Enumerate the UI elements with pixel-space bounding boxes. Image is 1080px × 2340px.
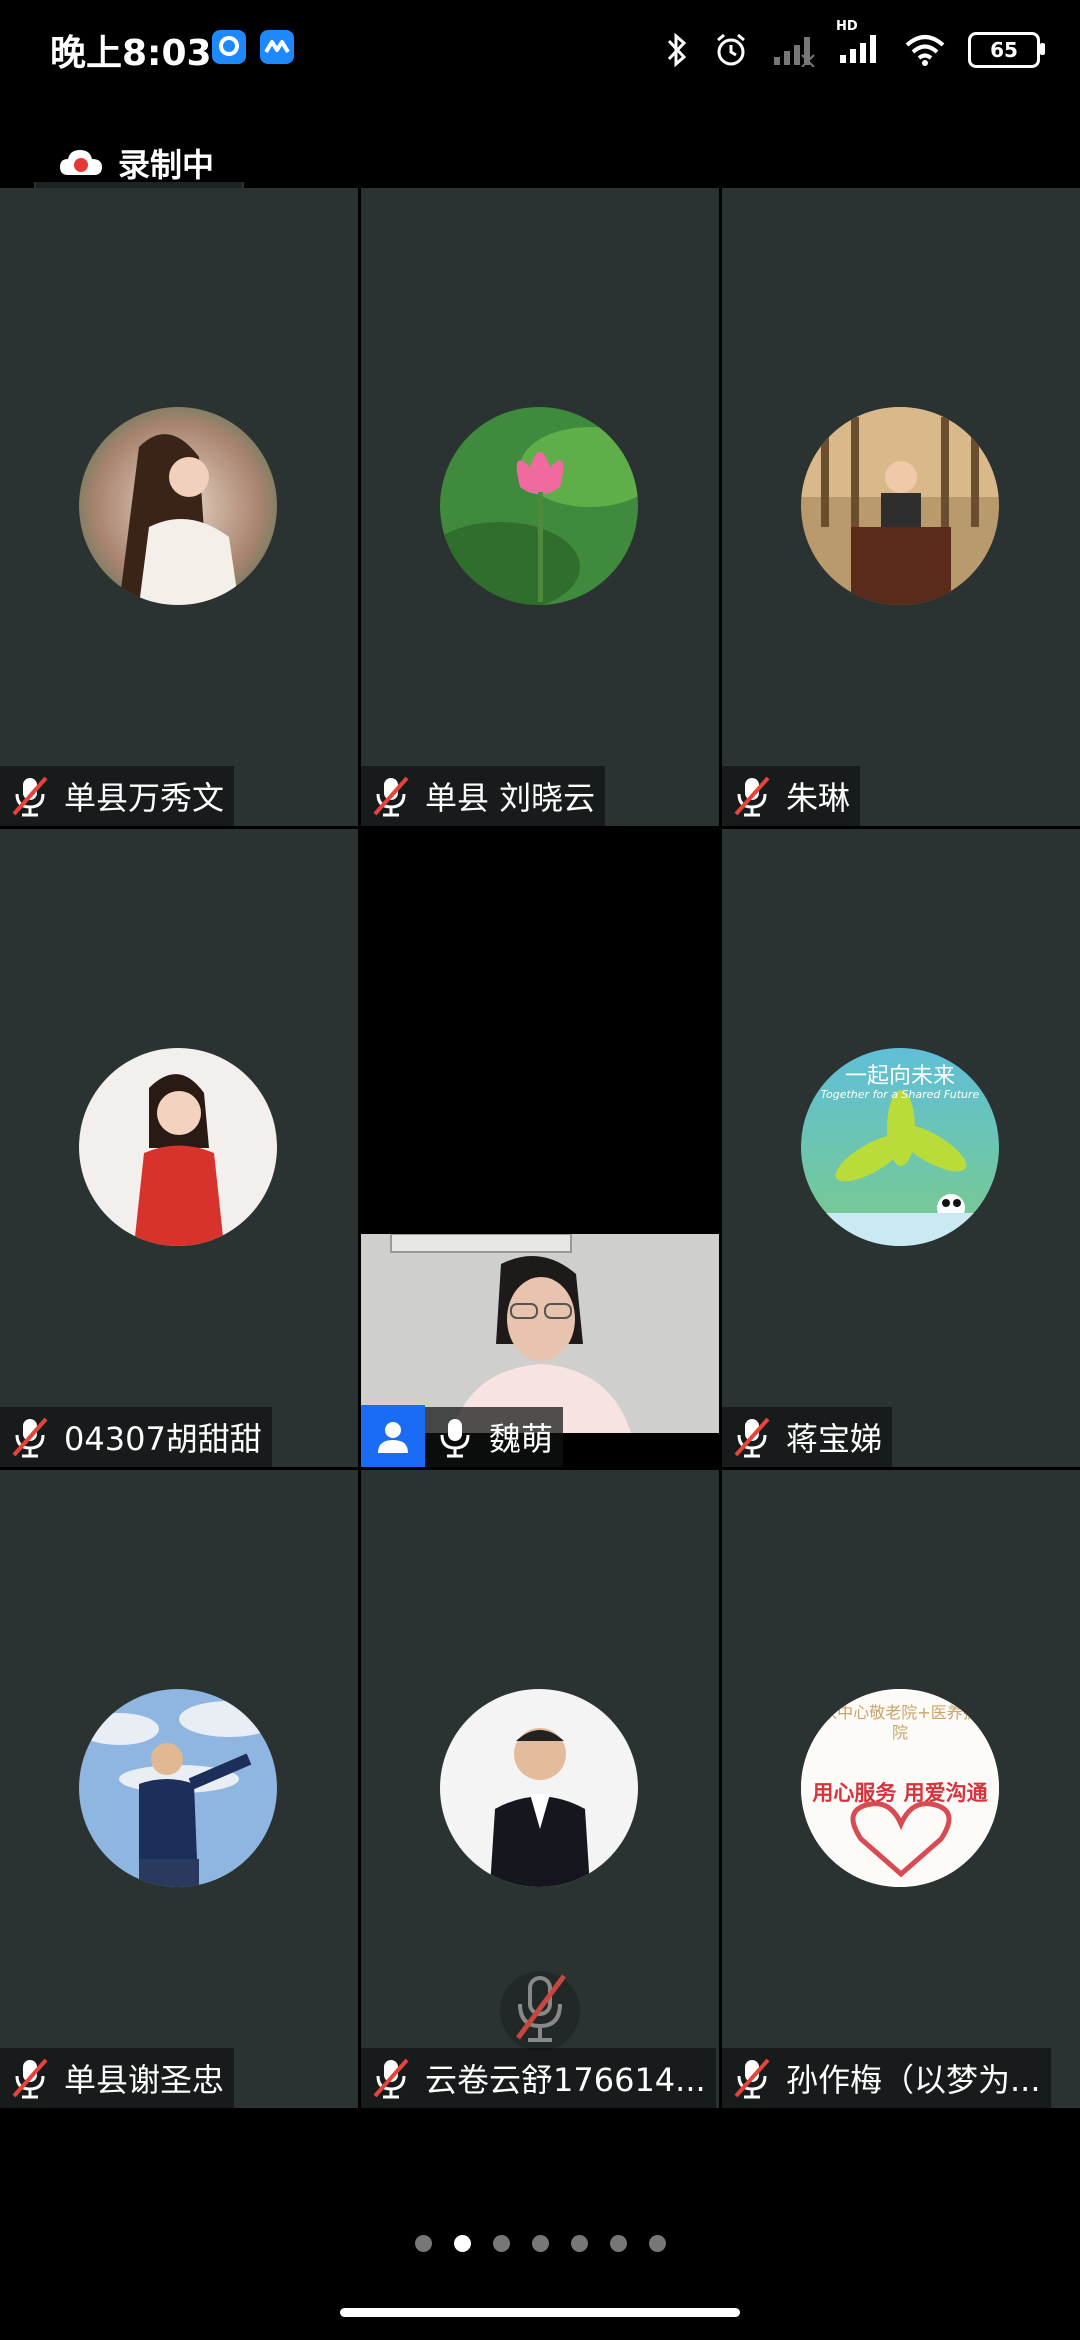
user-icon xyxy=(378,1422,408,1453)
hd-label: HD xyxy=(836,19,858,34)
mic-muted-icon xyxy=(12,2058,48,2099)
participant-tile[interactable]: 单县万秀文 xyxy=(0,188,358,826)
wifi-icon xyxy=(905,35,945,66)
mic-muted-icon xyxy=(734,776,770,817)
participant-avatar: 一起向未来 Together for a Shared Future xyxy=(801,1048,999,1246)
participant-nametag: 云卷云舒176614... xyxy=(361,2048,716,2108)
participant-tile[interactable]: 一起向未来 Together for a Shared Future 蒋宝娣 xyxy=(722,829,1080,1467)
mic-muted-icon xyxy=(734,2058,770,2099)
participant-grid: 单县万秀文 单县 刘晓云 朱琳 04307胡甜甜 魏萌 一起向未来 Togeth… xyxy=(0,188,1080,2108)
participant-tile-video[interactable]: 魏萌 xyxy=(361,829,719,1467)
status-bar: 晚上8:03 HD 65 xyxy=(0,0,1080,100)
signal-weak-icon xyxy=(774,37,815,67)
page-indicator[interactable] xyxy=(0,2235,1080,2252)
page-dot[interactable] xyxy=(570,2235,588,2252)
cloud-record-icon xyxy=(60,150,102,175)
participant-nametag: 04307胡甜甜 xyxy=(0,1407,272,1467)
avatar-caption-cn: 一起向未来 xyxy=(844,1064,955,1089)
participant-name: 朱琳 xyxy=(786,779,851,817)
alarm-icon xyxy=(717,33,745,66)
mic-muted-icon xyxy=(734,1417,770,1458)
page-dot[interactable] xyxy=(414,2235,432,2252)
participant-tile[interactable]: 单县 刘晓云 xyxy=(361,188,719,826)
participant-tile[interactable]: 家中心敬老院+医养护院 用心服务 用爱沟通 孙作梅（以梦为... xyxy=(722,1470,1080,2108)
participant-avatar: 家中心敬老院+医养护院 用心服务 用爱沟通 xyxy=(801,1689,999,1887)
mic-muted-icon xyxy=(373,776,409,817)
battery-indicator: 65 xyxy=(968,32,1045,68)
participant-nametag: 单县万秀文 xyxy=(0,766,235,826)
self-user-badge xyxy=(361,1405,425,1467)
avatar-caption-en: Together for a Shared Future xyxy=(820,1088,980,1101)
participant-name: 单县 刘晓云 xyxy=(425,779,596,817)
page-dot-active[interactable] xyxy=(453,2235,471,2252)
participant-avatar xyxy=(79,1048,277,1246)
participant-name: 云卷云舒176614... xyxy=(425,2061,706,2099)
messaging-app-icon xyxy=(212,30,246,64)
participant-nametag: 单县谢圣忠 xyxy=(0,2048,235,2108)
mic-muted-icon xyxy=(12,1417,48,1458)
mic-on-icon xyxy=(440,1419,470,1458)
page-dot[interactable] xyxy=(648,2235,666,2252)
participant-avatar xyxy=(79,407,277,605)
meeting-app-icon xyxy=(260,30,294,64)
avatar-caption-main: 用心服务 用爱沟通 xyxy=(812,1781,988,1805)
camera-feed xyxy=(361,1233,719,1433)
page-dot[interactable] xyxy=(492,2235,510,2252)
participant-avatar xyxy=(440,407,638,605)
recording-indicator[interactable]: 录制中 xyxy=(58,140,214,186)
participant-avatar xyxy=(79,1689,277,1887)
participant-name: 单县万秀文 xyxy=(64,779,225,817)
status-icons: HD 65 xyxy=(664,19,1045,74)
participant-nametag: 孙作梅（以梦为... xyxy=(722,2048,1051,2108)
bluetooth-icon xyxy=(667,32,687,68)
participant-name: 蒋宝娣 xyxy=(786,1420,883,1458)
participant-avatar xyxy=(440,1689,638,1887)
participant-nametag: 朱琳 xyxy=(722,766,861,826)
status-time: 晚上8:03 xyxy=(50,33,212,74)
participant-name: 魏萌 xyxy=(489,1420,554,1458)
avatar-caption-top: 家中心敬老院+医养护院 xyxy=(821,1703,979,1742)
home-indicator[interactable] xyxy=(340,2308,740,2317)
participant-tile[interactable]: 04307胡甜甜 xyxy=(0,829,358,1467)
recording-label: 录制中 xyxy=(118,146,215,184)
participant-nametag: 魏萌 xyxy=(361,1405,564,1467)
participant-nametag: 单县 刘晓云 xyxy=(361,766,606,826)
mic-muted-icon xyxy=(373,2058,409,2099)
signal-hd-icon: HD xyxy=(836,19,882,69)
page-dot[interactable] xyxy=(531,2235,549,2252)
page-dot[interactable] xyxy=(609,2235,627,2252)
participant-name: 04307胡甜甜 xyxy=(64,1420,262,1458)
participant-tile[interactable]: 单县谢圣忠 xyxy=(0,1470,358,2108)
mic-muted-icon xyxy=(12,776,48,817)
participant-tile[interactable]: 朱琳 xyxy=(722,188,1080,826)
participant-name: 单县谢圣忠 xyxy=(64,2061,225,2099)
participant-name: 孙作梅（以梦为... xyxy=(786,2061,1041,2099)
floating-mute-button[interactable] xyxy=(500,1966,580,2056)
participant-avatar xyxy=(801,407,999,605)
participant-nametag: 蒋宝娣 xyxy=(722,1407,893,1467)
